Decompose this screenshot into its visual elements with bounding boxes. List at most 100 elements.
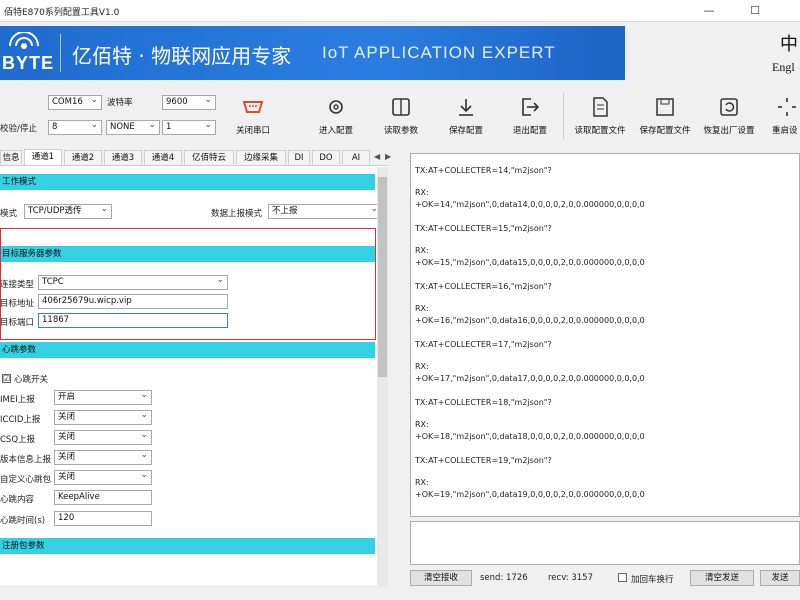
section-register-title: 注册包参数: [2, 541, 45, 551]
save-config-label: 保存配置: [448, 126, 483, 136]
csq-select[interactable]: 关闭: [54, 429, 152, 445]
exit-config-label: 退出配置: [512, 126, 547, 136]
log-line: TX:AT+COLLECTER=16,"m2json"?: [415, 282, 552, 291]
floppy-icon: [656, 98, 674, 116]
section-work-mode[interactable]: 工作模式: [0, 174, 375, 190]
imei-select[interactable]: 开启: [54, 389, 152, 405]
tab-channel-1[interactable]: 通道1: [24, 149, 62, 165]
banner-slogan-en: IoT APPLICATION EXPERT: [322, 43, 556, 62]
log-line: TX:AT+COLLECTER=19,"m2json"?: [415, 456, 552, 465]
baud-label: 波特率: [107, 98, 133, 108]
read-params-label: 读取参数: [383, 126, 418, 136]
log-line: +OK=18,"m2json",0,data18,0,0,0,0,2,0,0.0…: [415, 432, 645, 441]
newline-checkbox[interactable]: [618, 573, 627, 582]
log-line: TX:AT+COLLECTER=14,"m2json"?: [415, 166, 552, 175]
log-line: +OK=15,"m2json",0,data15,0,0,0,0,2,0,0.0…: [415, 258, 645, 267]
send-count: send: 1726: [480, 573, 528, 583]
log-line: RX:: [415, 188, 429, 197]
close-port-label: 关闭串口: [235, 126, 270, 136]
heartbeat-time-label: 心跳时间(s): [0, 516, 46, 526]
iccid-select[interactable]: 关闭: [54, 409, 152, 425]
data-bits-select[interactable]: 8: [48, 119, 102, 135]
com-port-select[interactable]: COM16: [48, 94, 102, 110]
version-select[interactable]: 关闭: [54, 449, 152, 465]
tab-ebyte-cloud[interactable]: 亿佰特云: [184, 150, 234, 164]
recv-count: recv: 3157: [548, 573, 593, 583]
work-mode-select[interactable]: TCP/UDP透传: [24, 203, 112, 219]
read-config-file-label: 读取配置文件: [574, 126, 626, 136]
enter-config-button[interactable]: 进入配置: [307, 94, 365, 144]
log-line: RX:: [415, 478, 429, 487]
log-line: +OK=16,"m2json",0,data16,0,0,0,0,2,0,0.0…: [415, 316, 645, 325]
tab-channel-3[interactable]: 通道3: [104, 150, 142, 164]
section-work-mode-title: 工作模式: [2, 177, 37, 187]
scrollbar-thumb[interactable]: [378, 177, 387, 377]
gear-icon: [329, 100, 343, 114]
upload-mode-select[interactable]: 不上报: [268, 203, 382, 219]
send-input[interactable]: [410, 521, 800, 565]
log-line: TX:AT+COLLECTER=17,"m2json"?: [415, 340, 552, 349]
section-heartbeat[interactable]: 心跳参数: [0, 342, 375, 358]
stop-bits-select[interactable]: 1: [162, 119, 216, 135]
document-icon: [593, 97, 608, 117]
tab-channel-4[interactable]: 通道4: [144, 150, 182, 164]
title-bar: 佰特E870系列配置工具V1.0 — ☐: [0, 0, 800, 22]
csq-label: CSQ上报: [0, 435, 36, 445]
log-line: RX:: [415, 362, 429, 371]
close-port-button[interactable]: 关闭串口: [224, 94, 282, 144]
log-line: TX:AT+COLLECTER=15,"m2json"?: [415, 224, 552, 233]
save-config-button[interactable]: 保存配置: [437, 94, 495, 144]
tab-di[interactable]: DI: [288, 150, 310, 164]
factory-reset-label: 恢复出厂设置: [703, 126, 755, 136]
log-line: +OK=17,"m2json",0,data17,0,0,0,0,2,0,0.0…: [415, 374, 645, 383]
read-params-button[interactable]: 读取参数: [372, 94, 430, 144]
log-line: RX:: [415, 420, 429, 429]
log-line: RX:: [415, 304, 429, 313]
book-icon: [392, 98, 410, 116]
tab-bar: 信息 通道1 通道2 通道3 通道4 亿佰特云 边缘采集 DI DO AI ◀ …: [0, 149, 400, 165]
save-config-file-button[interactable]: 保存配置文件: [636, 94, 694, 144]
heartbeat-content-input[interactable]: KeepAlive: [54, 490, 152, 505]
custom-heartbeat-select[interactable]: 关闭: [54, 469, 152, 485]
parity-select[interactable]: NONE: [106, 119, 160, 135]
section-register[interactable]: 注册包参数: [0, 538, 375, 554]
receive-log[interactable]: TX:AT+COLLECTER=14,"m2json"? RX: +OK=14,…: [410, 153, 800, 517]
tab-edge-collect[interactable]: 边缘采集: [236, 150, 286, 164]
save-config-file-label: 保存配置文件: [639, 126, 691, 136]
brand-banner: BYTE 亿佰特 · 物联网应用专家 IoT APPLICATION EXPER…: [0, 26, 625, 80]
signal-logo-icon: [9, 32, 39, 49]
newline-label: 加回车换行: [631, 575, 674, 585]
clear-receive-button[interactable]: 清空接收: [410, 570, 472, 586]
serial-port-icon: [242, 101, 264, 113]
enter-config-label: 进入配置: [318, 126, 353, 136]
restart-label: 重启设: [772, 126, 798, 136]
heartbeat-checkbox[interactable]: ☑: [2, 374, 11, 383]
maximize-button[interactable]: ☐: [744, 3, 766, 19]
reset-icon: [720, 98, 738, 116]
language-switch[interactable]: 中 Engl: [760, 30, 800, 76]
tab-ai[interactable]: AI: [342, 150, 370, 164]
highlight-frame: [0, 228, 376, 340]
toolbar-divider: [563, 92, 564, 140]
loading-icon: [778, 98, 796, 116]
minimize-button[interactable]: —: [698, 3, 720, 19]
check-stop-label: 校验/停止: [0, 124, 37, 134]
left-panel-scrollbar[interactable]: [377, 167, 388, 587]
banner-slogan-cn: 亿佰特 · 物联网应用专家: [72, 44, 292, 68]
clear-send-button[interactable]: 清空发送: [690, 570, 754, 586]
tab-channel-2[interactable]: 通道2: [64, 150, 102, 164]
tab-scroll-left-icon[interactable]: ◀: [374, 152, 380, 161]
download-icon: [459, 99, 473, 116]
exit-icon: [522, 98, 540, 116]
iccid-label: ICCID上报: [0, 415, 41, 425]
tab-info[interactable]: 信息: [0, 150, 22, 164]
tab-do[interactable]: DO: [312, 150, 340, 164]
exit-config-button[interactable]: 退出配置: [501, 94, 559, 144]
heartbeat-time-input[interactable]: 120: [54, 511, 152, 526]
send-button[interactable]: 发送: [760, 570, 800, 586]
restart-button[interactable]: 重启设: [760, 94, 800, 144]
baud-select[interactable]: 9600: [162, 94, 216, 110]
read-config-file-button[interactable]: 读取配置文件: [571, 94, 629, 144]
factory-reset-button[interactable]: 恢复出厂设置: [700, 94, 758, 144]
tab-scroll-right-icon[interactable]: ▶: [385, 152, 391, 161]
